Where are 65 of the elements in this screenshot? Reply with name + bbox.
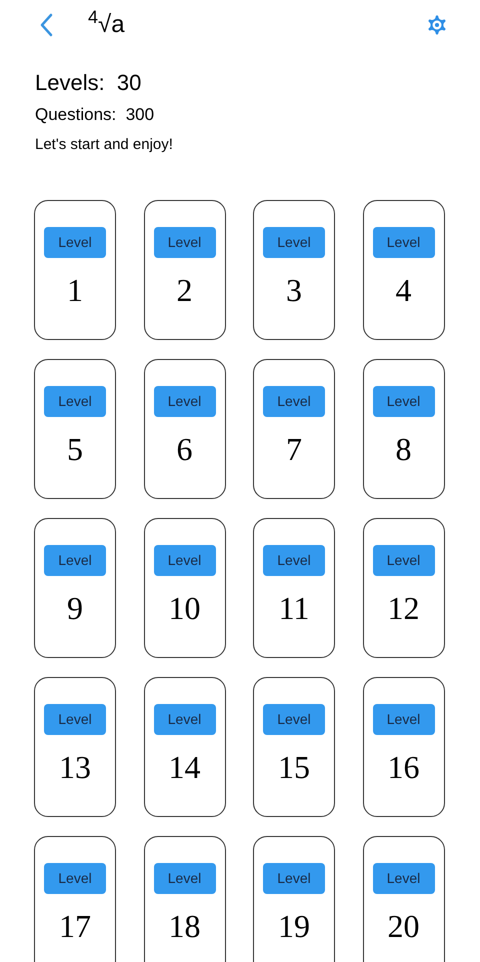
level-badge: Level [263, 545, 325, 576]
level-number: 7 [286, 431, 302, 467]
level-badge: Level [154, 704, 216, 735]
level-badge: Level [154, 227, 216, 258]
level-card[interactable]: Level 15 [253, 677, 335, 817]
level-card[interactable]: Level 19 [253, 836, 335, 962]
back-icon [39, 13, 53, 37]
level-number: 20 [388, 908, 420, 944]
page-title: $^{4}$√a [88, 7, 125, 40]
level-badge: Level [44, 863, 106, 894]
level-number: 16 [388, 749, 420, 785]
level-card[interactable]: Level 20 [362, 836, 444, 962]
level-number: 17 [59, 908, 91, 944]
level-badge: Level [154, 386, 216, 417]
level-number: 9 [67, 590, 83, 626]
level-card[interactable]: Level 10 [144, 518, 226, 658]
level-number: 18 [168, 908, 200, 944]
level-badge: Level [263, 386, 325, 417]
level-card[interactable]: Level 2 [144, 200, 226, 340]
level-card[interactable]: Level 18 [144, 836, 226, 962]
level-number: 11 [278, 590, 310, 626]
level-number: 10 [168, 590, 200, 626]
level-number: 2 [176, 272, 192, 308]
level-badge: Level [44, 227, 106, 258]
level-number: 14 [168, 749, 200, 785]
levels-count: Levels: 30 [35, 69, 142, 97]
level-card[interactable]: Level 5 [34, 359, 116, 499]
level-number: 6 [176, 431, 192, 467]
level-card[interactable]: Level 16 [362, 677, 444, 817]
level-number: 8 [396, 431, 412, 467]
level-card[interactable]: Level 8 [362, 359, 444, 499]
level-number: 13 [59, 749, 91, 785]
level-badge: Level [263, 863, 325, 894]
tagline: Let's start and enjoy! [35, 135, 174, 155]
level-card[interactable]: Level 1 [34, 200, 116, 340]
level-number: 15 [278, 749, 310, 785]
level-card[interactable]: Level 11 [253, 518, 335, 658]
level-badge: Level [154, 863, 216, 894]
level-badge: Level [372, 545, 434, 576]
level-badge: Level [263, 704, 325, 735]
level-number: 4 [396, 272, 412, 308]
level-card[interactable]: Level 9 [34, 518, 116, 658]
level-card[interactable]: Level 4 [362, 200, 444, 340]
level-badge: Level [372, 863, 434, 894]
level-badge: Level [263, 227, 325, 258]
level-number: 12 [388, 590, 420, 626]
level-badge: Level [44, 545, 106, 576]
level-number: 19 [278, 908, 310, 944]
level-card[interactable]: Level 3 [253, 200, 335, 340]
level-badge: Level [372, 227, 434, 258]
level-number: 5 [67, 431, 83, 467]
level-badge: Level [154, 545, 216, 576]
level-badge: Level [44, 704, 106, 735]
level-card[interactable]: Level 6 [144, 359, 226, 499]
level-card[interactable]: Level 12 [362, 518, 444, 658]
level-card[interactable]: Level 13 [34, 677, 116, 817]
level-number: 3 [286, 272, 302, 308]
level-card[interactable]: Level 14 [144, 677, 226, 817]
level-badge: Level [372, 386, 434, 417]
level-card[interactable]: Level 7 [253, 359, 335, 499]
level-card[interactable]: Level 17 [34, 836, 116, 962]
questions-count: Questions: 300 [35, 104, 156, 126]
level-badge: Level [44, 386, 106, 417]
level-number: 1 [67, 272, 83, 308]
level-badge: Level [372, 704, 434, 735]
